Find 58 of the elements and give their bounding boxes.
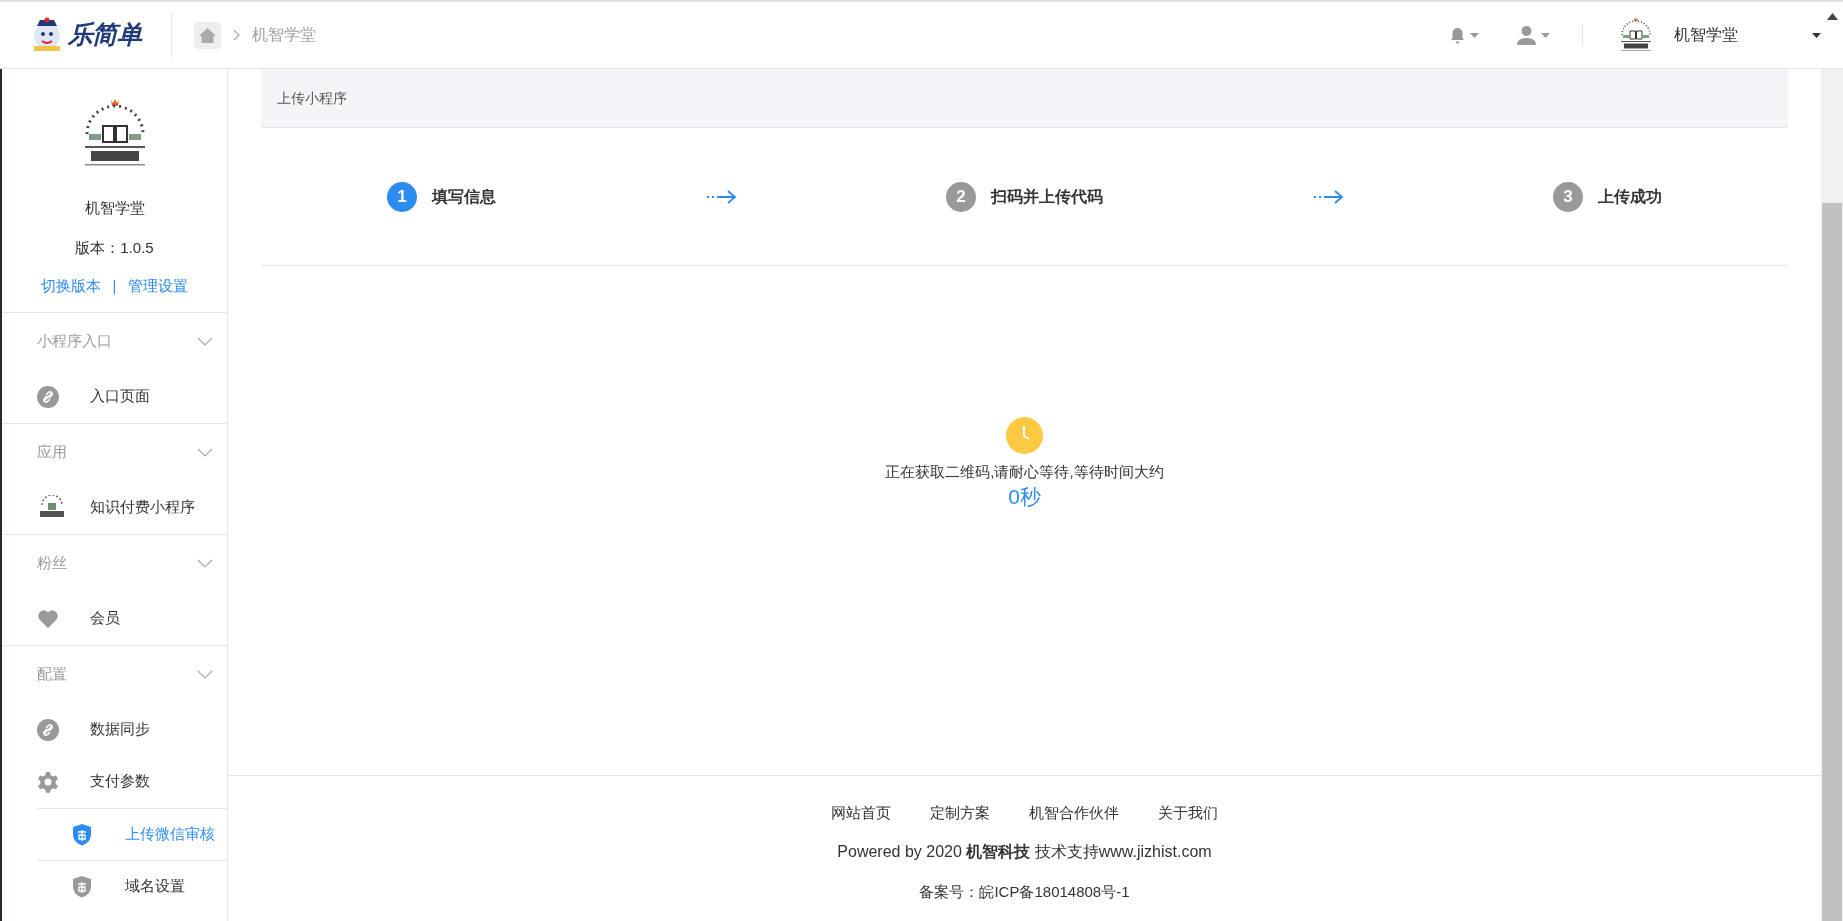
waiting-message: 正在获取二维码,请耐心等待,等待时间大约 [885,462,1164,482]
panel-title: 上传小程序 [277,88,347,108]
chevron-icon[interactable] [197,337,213,346]
version-label: 版本：1.0.5 [75,237,154,258]
brand-logo[interactable]: 乐简单 [67,16,142,54]
sidebar-item[interactable]: 上传微信审核 [37,807,227,860]
group-title: 粉丝 [37,553,67,574]
chevron-icon[interactable] [197,670,213,679]
user-icon [1517,25,1536,45]
caret-icon [1812,32,1821,38]
step-number: 1 [387,181,417,212]
bell-icon [1450,26,1465,44]
arrow-icon [1312,188,1344,205]
notifications-button[interactable] [1450,26,1479,44]
scrollbar-thumb[interactable] [1822,203,1842,921]
sidebar-item[interactable]: 入口页面 [2,370,227,423]
step-number: 2 [946,181,976,212]
step-number: 3 [1553,181,1583,212]
shield-icon [72,822,92,846]
sidebar-item[interactable]: 数据同步 [2,703,227,756]
clock-icon [1006,417,1043,454]
chevron-right-icon [233,29,240,41]
sidebar-item[interactable]: 知识付费小程序 [2,481,227,534]
powered-by-text: Powered by 2020 机智科技 技术支持www.jizhist.com [837,841,1212,862]
sidebar-item[interactable]: 支付参数 [2,755,227,808]
chevron-icon[interactable] [197,559,213,568]
footer-link[interactable]: 网站首页 [831,802,891,825]
group-title: 配置 [37,664,67,685]
home-button[interactable] [194,21,221,49]
home-icon [198,26,217,44]
group-title: 小程序入口 [37,331,112,352]
scroll-up-icon[interactable] [1826,13,1838,20]
link-separator: | [112,276,117,296]
account-menu-button[interactable]: 机智学堂 [1616,15,1821,55]
shield-icon [72,874,92,898]
countdown: 0秒 [1008,483,1041,510]
account-name: 机智学堂 [84,198,145,218]
footer-link[interactable]: 关于我们 [1158,802,1218,825]
user-menu-button[interactable] [1517,25,1550,45]
sidebar-link[interactable]: 管理设置 [128,275,189,298]
group-title: 应用 [37,442,67,463]
footer-link[interactable]: 定制方案 [930,802,990,825]
arrow-icon [705,188,737,205]
caret-icon [1470,32,1479,38]
caret-icon [1541,32,1550,38]
sidebar-item[interactable]: 域名设置 [37,859,227,912]
link-icon [37,385,59,408]
step-label: 填写信息 [432,186,496,207]
sidebar-item[interactable]: 会员 [2,592,227,645]
step-label: 扫码并上传代码 [991,186,1103,207]
footer-link[interactable]: 机智合作伙伴 [1029,802,1119,825]
heart-icon [37,608,59,629]
link-icon [37,718,59,741]
settings-icon [37,770,59,793]
chevron-icon[interactable] [197,448,213,457]
step-label: 上传成功 [1598,186,1662,207]
sidebar-link[interactable]: 切换版本 [40,275,101,298]
record-number: 备案号：皖ICP备18014808号-1 [919,881,1130,902]
